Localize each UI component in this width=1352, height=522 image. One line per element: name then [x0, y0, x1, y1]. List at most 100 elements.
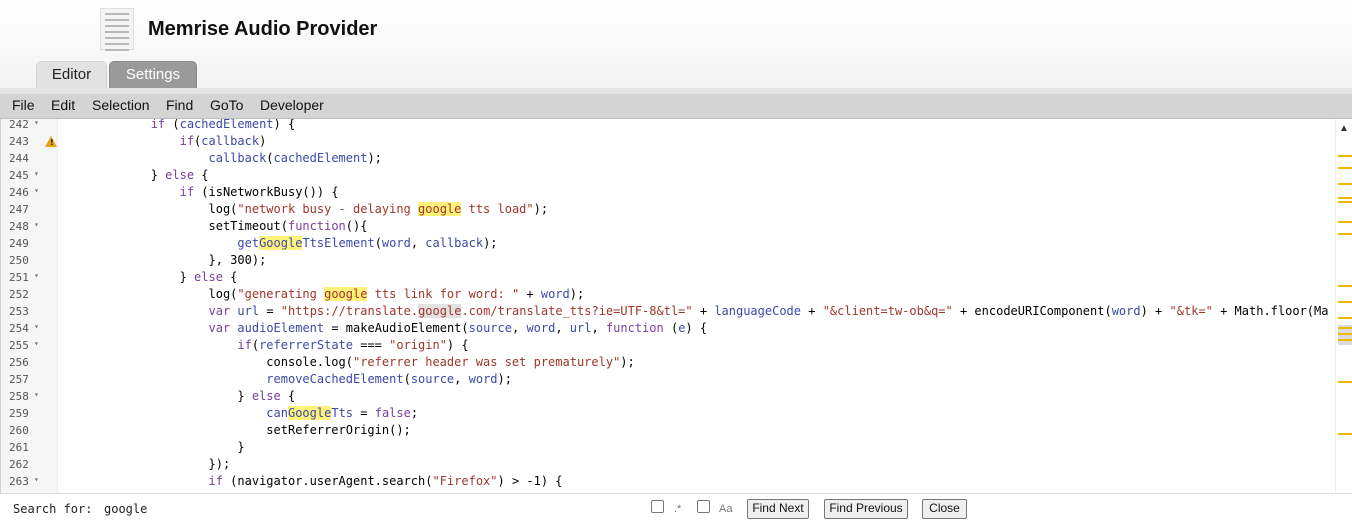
- code-line: log("network busy - delaying google tts …: [64, 202, 549, 216]
- search-input[interactable]: [100, 498, 620, 519]
- fold-arrow-icon[interactable]: ▾: [34, 186, 39, 195]
- menu-edit[interactable]: Edit: [51, 97, 75, 113]
- line-number: 251: [9, 271, 29, 284]
- line-number: 256: [9, 356, 29, 369]
- find-previous-button[interactable]: Find Previous: [824, 499, 908, 519]
- code-line: console.log("referrer header was set pre…: [64, 355, 635, 369]
- code-line: var url = "https://translate.google.com/…: [208, 304, 1329, 318]
- search-match-marker: [1338, 155, 1352, 157]
- document-icon: [100, 8, 134, 51]
- line-number: 246: [9, 186, 29, 199]
- code-line: if(callback): [179, 134, 267, 148]
- code-editor[interactable]: 242 ▾ 243! 244 245 ▾ 246 ▾ 247 248 ▾ 249 250 251 ▾ 252 2…: [0, 119, 1352, 493]
- menu-find[interactable]: Find: [166, 97, 193, 113]
- regex-label: .*: [674, 503, 682, 515]
- menu-selection[interactable]: Selection: [92, 97, 150, 113]
- tab-editor[interactable]: Editor: [36, 61, 107, 88]
- line-number-row: 262: [1, 456, 59, 473]
- tab-settings[interactable]: Settings: [109, 61, 197, 88]
- fold-arrow-icon[interactable]: ▾: [34, 390, 39, 399]
- case-sensitive-checkbox[interactable]: [697, 500, 710, 513]
- warning-icon-mark: !: [50, 138, 54, 147]
- line-number-row: 243!: [1, 133, 59, 150]
- line-number-row: 250: [1, 252, 59, 269]
- fold-arrow-icon[interactable]: ▾: [34, 475, 39, 484]
- code-line: });: [64, 457, 231, 471]
- menu-developer[interactable]: Developer: [260, 97, 324, 113]
- scroll-up-icon[interactable]: ▲: [1339, 123, 1349, 134]
- menu-file[interactable]: File: [12, 97, 35, 113]
- line-number: 260: [9, 424, 29, 437]
- line-number: 258: [9, 390, 29, 403]
- code-line: }, 300);: [64, 253, 267, 267]
- line-number: 247: [9, 203, 29, 216]
- code-line: } else {: [64, 270, 238, 284]
- search-match-marker: [1338, 285, 1352, 287]
- line-number: 252: [9, 288, 29, 301]
- code-line: callback(cachedElement);: [208, 151, 382, 165]
- regex-checkbox[interactable]: [651, 500, 664, 513]
- menu-bar: File Edit Selection Find GoTo Developer: [0, 94, 1352, 119]
- line-number: 255: [9, 339, 29, 352]
- line-number-row: 263 ▾: [1, 473, 59, 490]
- code-line: removeCachedElement(source, word);: [266, 372, 512, 386]
- vertical-scrollbar[interactable]: ▲: [1335, 119, 1352, 493]
- search-match-marker: [1338, 433, 1352, 435]
- line-number-row: 259: [1, 405, 59, 422]
- code-line: } else {: [64, 168, 209, 182]
- code-line: } else {: [64, 389, 296, 403]
- fold-arrow-icon[interactable]: ▾: [34, 220, 39, 229]
- search-match-marker: [1338, 167, 1352, 169]
- line-number: 257: [9, 373, 29, 386]
- fold-arrow-icon[interactable]: ▾: [34, 169, 39, 178]
- line-number: 259: [9, 407, 29, 420]
- fold-arrow-icon[interactable]: ▾: [34, 339, 39, 348]
- close-button[interactable]: Close: [922, 499, 967, 519]
- line-number: 253: [9, 305, 29, 318]
- line-number-row: 258 ▾: [1, 388, 59, 405]
- line-number-row: 261: [1, 439, 59, 456]
- fold-arrow-icon[interactable]: ▾: [34, 322, 39, 331]
- line-number: 261: [9, 441, 29, 454]
- line-number: 250: [9, 254, 29, 267]
- line-number-row: 249: [1, 235, 59, 252]
- search-match-marker: [1338, 201, 1352, 203]
- search-match-marker: [1338, 327, 1352, 329]
- code-area[interactable]: if (cachedElement) { if(callback) callba…: [64, 119, 1334, 493]
- fold-arrow-icon[interactable]: ▾: [34, 271, 39, 280]
- search-match-marker: [1338, 183, 1352, 185]
- line-number: 242: [9, 119, 29, 131]
- line-number: 244: [9, 152, 29, 165]
- line-number-row: 260: [1, 422, 59, 439]
- line-number: 249: [9, 237, 29, 250]
- search-match-marker: [1338, 197, 1352, 199]
- line-number: 263: [9, 475, 29, 488]
- code-line: if (isNetworkBusy()) {: [179, 185, 339, 199]
- line-number-row: 256: [1, 354, 59, 371]
- line-number-row: 248 ▾: [1, 218, 59, 235]
- code-line: }: [64, 440, 245, 454]
- search-match-marker: [1338, 233, 1352, 235]
- search-label: Search for:: [13, 502, 93, 516]
- line-number: 248: [9, 220, 29, 233]
- line-number-row: 245 ▾: [1, 167, 59, 184]
- line-number-row: 244: [1, 150, 59, 167]
- code-line: setTimeout(function(){: [64, 219, 368, 233]
- search-match-marker: [1338, 333, 1352, 335]
- line-number-row: 253: [1, 303, 59, 320]
- line-number-row: 252: [1, 286, 59, 303]
- code-line: log("generating google tts link for word…: [64, 287, 585, 301]
- line-number-row: 242 ▾: [1, 119, 59, 133]
- search-match-marker: [1338, 317, 1352, 319]
- find-next-button[interactable]: Find Next: [747, 499, 809, 519]
- case-sensitive-label: Aa: [719, 503, 733, 515]
- line-number: 245: [9, 169, 29, 182]
- search-match-marker: [1338, 381, 1352, 383]
- app-header: Memrise Audio Provider: [0, 0, 1352, 88]
- menu-goto[interactable]: GoTo: [210, 97, 243, 113]
- fold-arrow-icon[interactable]: ▾: [34, 119, 39, 127]
- line-number-row: 246 ▾: [1, 184, 59, 201]
- search-match-marker: [1338, 221, 1352, 223]
- line-number: 243: [9, 135, 29, 148]
- code-line: if (navigator.userAgent.search("Firefox"…: [208, 474, 563, 488]
